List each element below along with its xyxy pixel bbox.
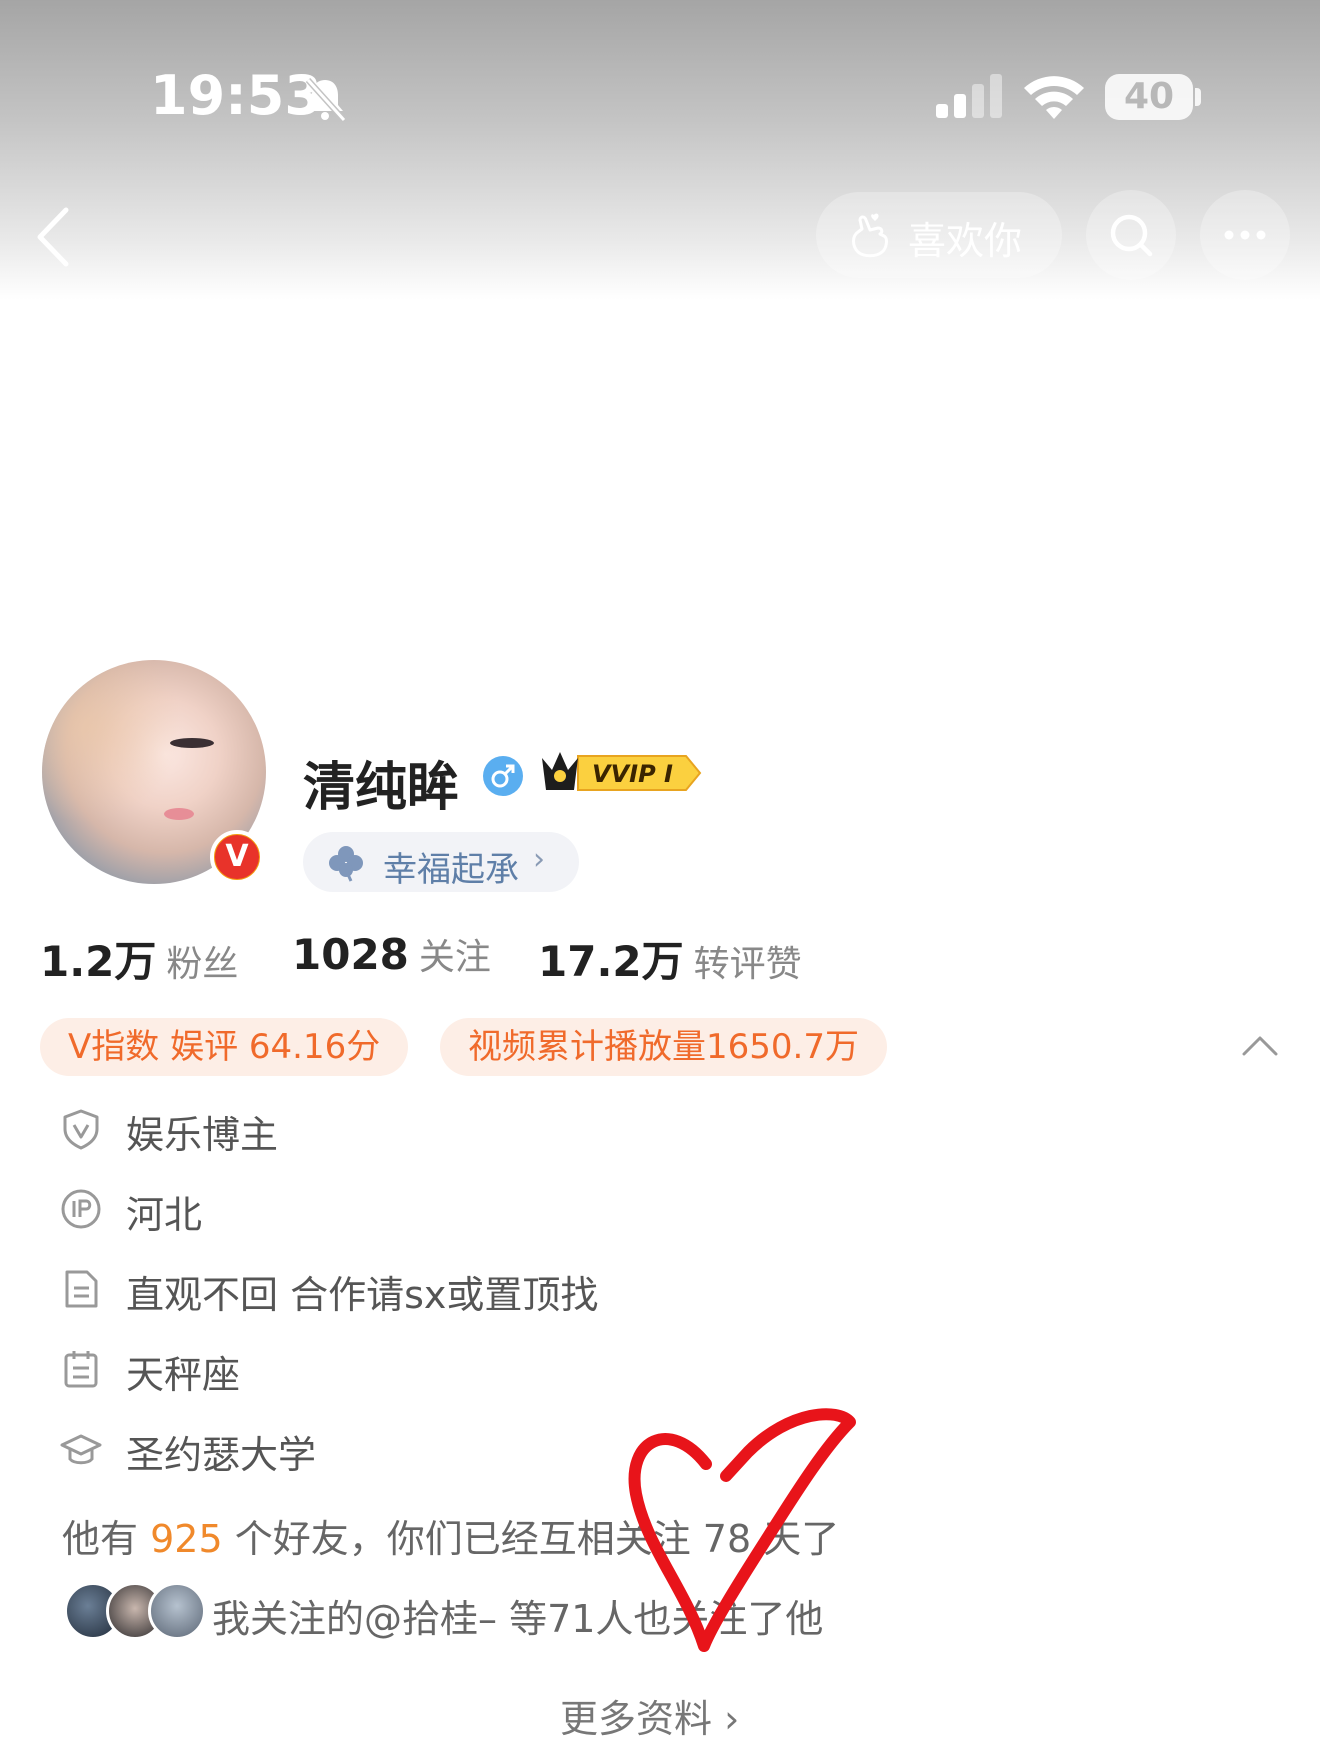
info-text: 娱乐博主 bbox=[126, 1113, 279, 1157]
battery-level: 40 bbox=[1123, 76, 1175, 117]
stat-reposts-comments-likes[interactable]: 17.2万 转评赞 bbox=[538, 928, 802, 989]
stat-followers[interactable]: 1.2万 粉丝 bbox=[40, 928, 238, 989]
stat-label: 粉丝 bbox=[166, 944, 239, 985]
info-text: 天秤座 bbox=[126, 1353, 241, 1397]
shield-v-icon bbox=[63, 1109, 99, 1150]
info-text: 圣约瑟大学 bbox=[126, 1433, 317, 1477]
chevron-right-icon: › bbox=[533, 842, 545, 877]
friends-suffix: 个好友，你们已经互相关注 78 天了 bbox=[222, 1517, 840, 1561]
ip-icon bbox=[61, 1189, 101, 1229]
status-time: 19:53 bbox=[150, 64, 322, 127]
stat-value: 1028 bbox=[292, 930, 409, 979]
like-you-button[interactable]: 喜欢你 bbox=[816, 192, 1062, 278]
v-index-tag[interactable]: V指数 娱评 64.16分 bbox=[40, 1018, 409, 1076]
search-icon bbox=[1110, 214, 1153, 257]
battery-indicator: 40 bbox=[1105, 74, 1193, 120]
stat-following[interactable]: 1028 关注 bbox=[292, 928, 491, 980]
calendar-icon bbox=[64, 1351, 98, 1388]
friends-summary: 他有 925 个好友，你们已经互相关注 78 天了 bbox=[62, 1508, 839, 1563]
fan-group-pill[interactable]: 幸福起承 › bbox=[303, 832, 579, 892]
back-arrow-icon[interactable] bbox=[30, 202, 80, 272]
finger-heart-icon bbox=[852, 213, 888, 258]
more-options-button[interactable] bbox=[1200, 190, 1290, 280]
avatar-eye bbox=[170, 738, 214, 748]
search-button[interactable] bbox=[1086, 190, 1176, 280]
mutual-follow-text: 我关注的@拾桂– 等71人也关注了他 bbox=[212, 1597, 824, 1641]
bell-off-icon bbox=[305, 77, 347, 123]
friends-count[interactable]: 925 bbox=[150, 1517, 223, 1561]
stat-value: 1.2万 bbox=[40, 937, 157, 986]
battery-cap bbox=[1195, 88, 1201, 106]
clover-icon bbox=[329, 846, 363, 882]
stat-label: 转评赞 bbox=[693, 944, 802, 985]
info-text: 直观不回 合作请sx或置顶找 bbox=[126, 1273, 599, 1317]
graduation-cap-icon bbox=[60, 1434, 102, 1465]
verified-v-icon: V bbox=[210, 830, 264, 884]
vvip-badge[interactable]: VVIP I bbox=[540, 748, 702, 798]
nav-bar: 喜欢你 bbox=[0, 190, 1320, 280]
status-bar: 19:53 40 bbox=[0, 0, 1320, 200]
video-views-tag[interactable]: 视频累计播放量1650.7万 bbox=[440, 1018, 887, 1076]
more-dots-icon bbox=[1224, 230, 1266, 240]
like-you-label: 喜欢你 bbox=[908, 219, 1023, 263]
more-info-label: 更多资料 bbox=[560, 1697, 713, 1741]
chevron-right-icon: › bbox=[724, 1697, 740, 1741]
document-icon bbox=[65, 1270, 98, 1308]
stats-row: 1.2万 粉丝 1028 关注 17.2万 转评赞 bbox=[40, 928, 940, 988]
mutual-avatar bbox=[148, 1582, 206, 1640]
avatar-lips bbox=[164, 808, 194, 820]
friends-prefix: 他有 bbox=[62, 1517, 151, 1561]
more-info-link[interactable]: 更多资料 › bbox=[560, 1688, 739, 1743]
male-gender-icon bbox=[483, 756, 523, 796]
info-text: 河北 bbox=[126, 1193, 203, 1237]
username: 清纯眸 bbox=[303, 758, 460, 818]
fan-group-label: 幸福起承 bbox=[383, 850, 519, 890]
signal-icon bbox=[936, 74, 1002, 118]
stat-label: 关注 bbox=[418, 937, 491, 978]
wifi-icon bbox=[1024, 76, 1084, 119]
stat-value: 17.2万 bbox=[538, 937, 684, 986]
vvip-label: VVIP I bbox=[592, 760, 673, 788]
chevron-up-icon[interactable] bbox=[1240, 1030, 1280, 1060]
